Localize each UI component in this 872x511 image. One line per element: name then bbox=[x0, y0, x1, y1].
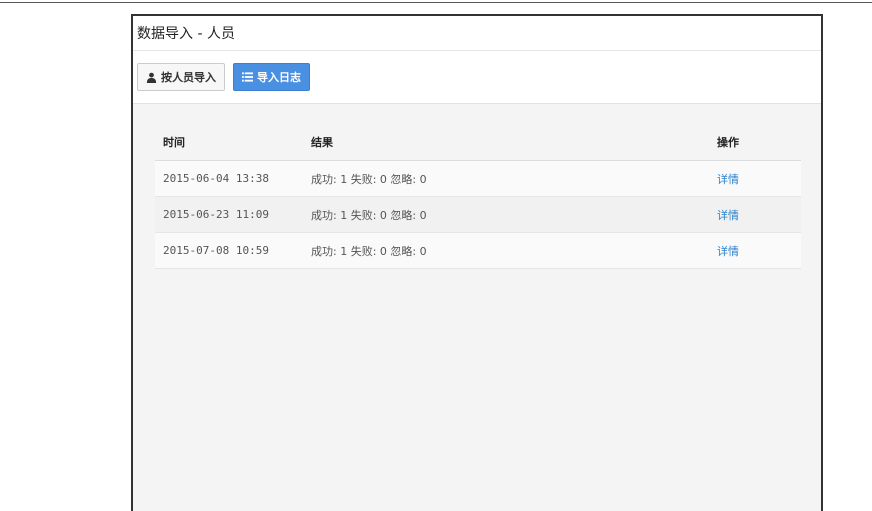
top-divider bbox=[0, 2, 872, 3]
column-header-time: 时间 bbox=[155, 124, 303, 161]
column-header-result: 结果 bbox=[303, 124, 709, 161]
row-time: 2015-06-04 13:38 bbox=[155, 160, 303, 197]
import-log-table: 时间 结果 操作 2015-06-04 13:38 成功: 1 失败: 0 忽略… bbox=[155, 124, 801, 269]
detail-link[interactable]: 详情 bbox=[717, 245, 739, 258]
table-header-row: 时间 结果 操作 bbox=[155, 124, 801, 161]
import-by-person-label: 按人员导入 bbox=[161, 71, 216, 84]
table-row: 2015-06-23 11:09 成功: 1 失败: 0 忽略: 0 详情 bbox=[155, 196, 801, 233]
row-time: 2015-06-23 11:09 bbox=[155, 196, 303, 233]
row-result: 成功: 1 失败: 0 忽略: 0 bbox=[303, 196, 709, 233]
row-result: 成功: 1 失败: 0 忽略: 0 bbox=[303, 160, 709, 197]
table-row: 2015-07-08 10:59 成功: 1 失败: 0 忽略: 0 详情 bbox=[155, 232, 801, 269]
list-icon bbox=[242, 72, 253, 82]
table-row: 2015-06-04 13:38 成功: 1 失败: 0 忽略: 0 详情 bbox=[155, 160, 801, 197]
row-time: 2015-07-08 10:59 bbox=[155, 232, 303, 269]
import-log-button[interactable]: 导入日志 bbox=[233, 63, 310, 91]
import-log-label: 导入日志 bbox=[257, 71, 301, 84]
user-icon bbox=[146, 72, 157, 83]
window-title-bar: 数据导入 - 人员 bbox=[133, 16, 821, 51]
import-window: 数据导入 - 人员 按人员导入 导入日志 时间 结果 操作 2015-06-04… bbox=[131, 14, 823, 511]
detail-link[interactable]: 详情 bbox=[717, 173, 739, 186]
import-by-person-button[interactable]: 按人员导入 bbox=[137, 63, 225, 91]
detail-link[interactable]: 详情 bbox=[717, 209, 739, 222]
row-result: 成功: 1 失败: 0 忽略: 0 bbox=[303, 232, 709, 269]
import-log-panel: 时间 结果 操作 2015-06-04 13:38 成功: 1 失败: 0 忽略… bbox=[133, 104, 821, 511]
window-title: 数据导入 - 人员 bbox=[137, 26, 235, 42]
column-header-action: 操作 bbox=[709, 124, 801, 161]
toolbar: 按人员导入 导入日志 bbox=[133, 51, 821, 104]
